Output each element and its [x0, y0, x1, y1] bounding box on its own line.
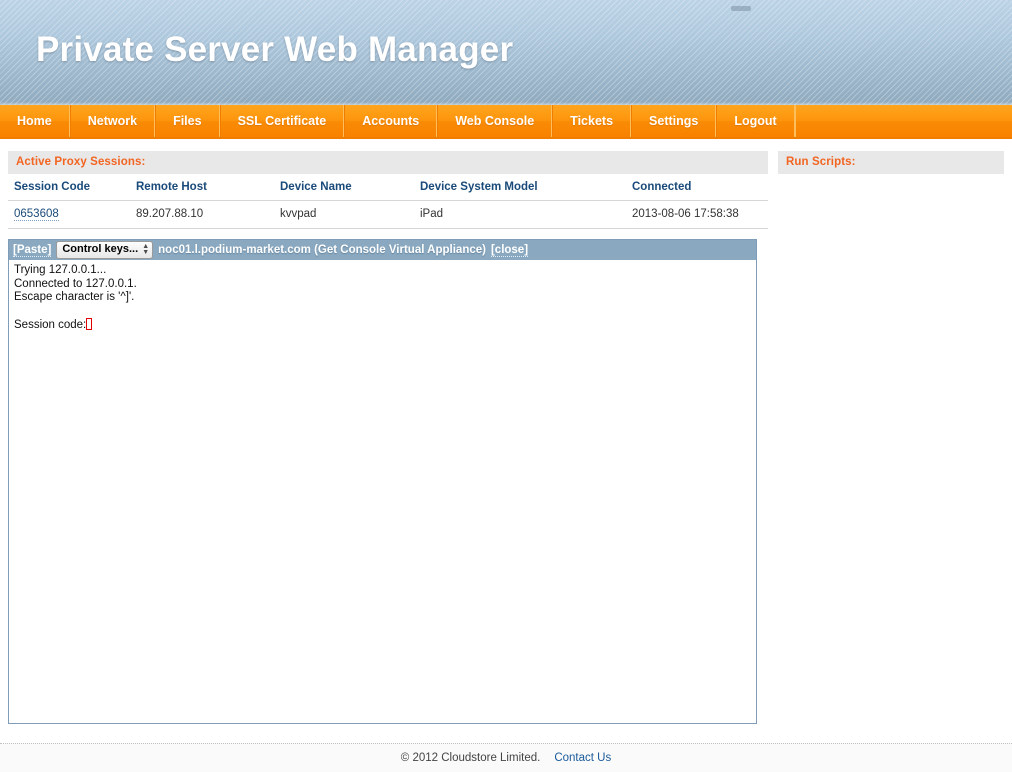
terminal-toolbar: [Paste] Control keys... ▲ ▼ noc01.l.podiu…: [9, 240, 756, 260]
run-scripts-heading: Run Scripts:: [778, 151, 1004, 174]
terminal-host-label: noc01.l.podium-market.com (Get Console V…: [158, 244, 486, 256]
column-header-session-code: Session Code: [8, 174, 130, 201]
active-proxy-sessions-heading: Active Proxy Sessions:: [8, 151, 768, 174]
copyright-text: © 2012 Cloudstore Limited.: [400, 752, 541, 764]
nav-item-files[interactable]: Files: [155, 105, 220, 137]
contact-us-link[interactable]: Contact Us: [554, 752, 611, 764]
terminal-line: Connected to 127.0.0.1.: [14, 277, 137, 290]
terminal-line: Escape character is '^]'.: [14, 291, 135, 303]
cell-device-name: kvvpad: [274, 200, 414, 229]
terminal-line: Trying 127.0.0.1...: [14, 264, 107, 276]
nav-item-home[interactable]: Home: [0, 105, 70, 137]
web-console-panel: [Paste] Control keys... ▲ ▼ noc01.l.podiu…: [8, 239, 757, 724]
terminal-output[interactable]: Trying 127.0.0.1... Connected to 127.0.0…: [9, 260, 756, 723]
close-session-link[interactable]: [close]: [490, 244, 529, 257]
page-footer: © 2012 Cloudstore Limited. Contact Us: [0, 743, 1012, 772]
app-header: Private Server Web Manager: [0, 0, 1012, 105]
nav-filler: [794, 105, 1012, 137]
nav-item-settings[interactable]: Settings: [631, 105, 717, 137]
window-control-pill[interactable]: [731, 6, 751, 11]
control-keys-select[interactable]: Control keys... ▲ ▼: [56, 241, 154, 259]
cell-remote-host: 89.207.88.10: [130, 200, 274, 229]
cell-connected: 2013-08-06 17:58:38: [626, 200, 768, 229]
main-navigation: Home Network Files SSL Certificate Accou…: [0, 105, 1012, 139]
left-column: Active Proxy Sessions: Session Code Remo…: [8, 151, 768, 724]
nav-item-network[interactable]: Network: [69, 105, 156, 137]
cell-session-code: 0653608: [8, 200, 130, 229]
control-keys-select-label: Control keys...: [62, 243, 139, 255]
nav-item-ssl-certificate[interactable]: SSL Certificate: [219, 105, 345, 137]
terminal-prompt-label: Session code:: [14, 319, 87, 331]
column-header-remote-host: Remote Host: [130, 174, 274, 201]
right-column: Run Scripts:: [778, 151, 1004, 174]
cell-device-system-model: iPad: [414, 200, 626, 229]
column-header-connected: Connected: [626, 174, 768, 201]
paste-button[interactable]: [Paste]: [13, 244, 52, 257]
table-row: 0653608 89.207.88.10 kvvpad iPad 2013-08…: [8, 200, 768, 229]
column-header-device-system-model: Device System Model: [414, 174, 626, 201]
page-title: Private Server Web Manager: [36, 30, 514, 69]
terminal-cursor: [86, 318, 93, 330]
nav-item-accounts[interactable]: Accounts: [344, 105, 438, 137]
column-header-device-name: Device Name: [274, 174, 414, 201]
chevron-updown-icon: ▲ ▼: [142, 243, 150, 256]
table-header-row: Session Code Remote Host Device Name Dev…: [8, 174, 768, 201]
nav-item-tickets[interactable]: Tickets: [552, 105, 632, 137]
session-code-link[interactable]: 0653608: [14, 208, 59, 221]
nav-item-logout[interactable]: Logout: [716, 105, 795, 137]
active-proxy-sessions-table: Session Code Remote Host Device Name Dev…: [8, 174, 768, 229]
terminal-prompt-line: Session code:: [14, 318, 751, 333]
nav-item-web-console[interactable]: Web Console: [437, 105, 553, 137]
